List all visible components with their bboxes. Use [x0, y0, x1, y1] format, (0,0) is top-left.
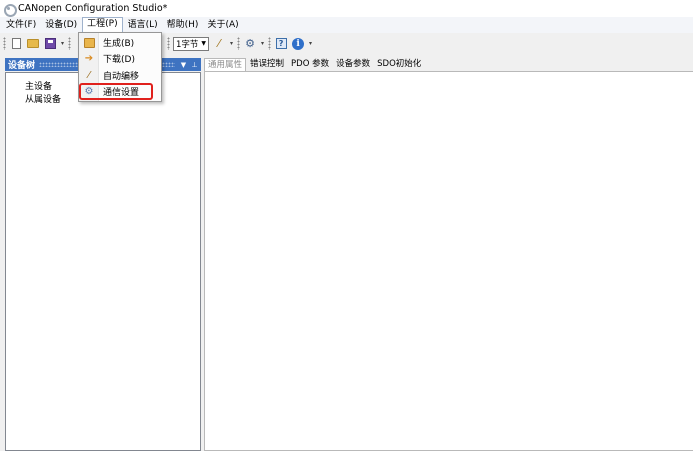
- magic-wand-icon: ⁄: [218, 36, 220, 50]
- window-title: CANopen Configuration Studio*: [18, 3, 168, 14]
- menu-item-label: 下载(D): [103, 55, 135, 65]
- tree-item-slave[interactable]: 从属设备: [25, 92, 61, 105]
- save-icon: [44, 38, 56, 49]
- toolbar-grip[interactable]: [237, 37, 241, 50]
- device-tree-panel: 设备树 ▼ ⊥ 主设备 从属设备: [5, 58, 201, 451]
- menu-item-download[interactable]: ➔ 下载(D): [79, 51, 163, 66]
- new-file-icon: [11, 38, 21, 49]
- device-tree: 主设备 从属设备: [5, 72, 201, 451]
- menu-file[interactable]: 文件(F): [2, 18, 40, 33]
- app-window: CANopen Configuration Studio* 文件(F) 设备(D…: [0, 0, 693, 451]
- tab-pdo-params[interactable]: PDO 参数: [288, 58, 332, 71]
- info-button[interactable]: i: [291, 37, 305, 51]
- help-icon: ?: [275, 38, 287, 49]
- toolbar-overflow-icon[interactable]: ▾: [308, 40, 313, 47]
- toolbar-grip[interactable]: [68, 37, 71, 50]
- toolbar-overflow-icon[interactable]: ▾: [229, 40, 234, 47]
- open-folder-icon: [27, 39, 39, 48]
- gear-icon: ⚙: [245, 36, 255, 50]
- toolbar-grip[interactable]: [3, 37, 6, 50]
- properties-content: [204, 71, 693, 451]
- tab-device-params[interactable]: 设备参数: [333, 58, 373, 71]
- unit-select[interactable]: 1字节 ▼: [173, 36, 210, 51]
- menu-project[interactable]: 工程(P): [82, 17, 123, 33]
- menu-language[interactable]: 语言(L): [124, 18, 162, 33]
- properties-tabs: 通用属性 错误控制 PDO 参数 设备参数 SDO初始化: [204, 58, 425, 71]
- menu-help[interactable]: 帮助(H): [163, 18, 203, 33]
- unit-select-value: 1字节: [176, 39, 199, 50]
- panel-menu-icon[interactable]: ▼: [179, 61, 188, 69]
- menu-item-build[interactable]: 生成(B): [79, 35, 163, 50]
- title-bar: CANopen Configuration Studio*: [0, 0, 693, 17]
- tab-general[interactable]: 通用属性: [204, 58, 247, 71]
- toolbar-overflow-icon[interactable]: ▾: [260, 40, 265, 47]
- auto-map-button[interactable]: ⁄: [212, 37, 226, 51]
- menu-bar: 文件(F) 设备(D) 工程(P) 语言(L) 帮助(H) 关于(A): [0, 17, 693, 33]
- toolbar-grip[interactable]: [167, 37, 170, 50]
- magic-wand-icon: ⁄: [88, 70, 90, 81]
- chevron-down-icon: ▼: [201, 40, 207, 47]
- menu-item-label: 生成(B): [103, 39, 135, 49]
- menu-item-auto-map[interactable]: ⁄ 自动编移: [79, 68, 163, 83]
- save-button[interactable]: [43, 37, 57, 51]
- menu-device[interactable]: 设备(D): [41, 18, 81, 33]
- help-button[interactable]: ?: [274, 37, 288, 51]
- download-icon: ➔: [84, 53, 94, 64]
- settings-button[interactable]: ⚙: [243, 37, 257, 51]
- properties-panel: 通用属性 错误控制 PDO 参数 设备参数 SDO初始化: [204, 58, 693, 451]
- menu-about[interactable]: 关于(A): [203, 18, 242, 33]
- toolbar-grip[interactable]: [268, 37, 272, 50]
- build-icon: [83, 37, 95, 49]
- toolbar-overflow-icon[interactable]: ▾: [60, 40, 65, 47]
- highlight-box: [79, 83, 153, 100]
- info-icon: i: [292, 37, 305, 50]
- new-file-button[interactable]: [9, 37, 23, 51]
- menu-item-label: 自动编移: [103, 72, 140, 82]
- tab-sdo-init[interactable]: SDO初始化: [374, 58, 424, 71]
- device-tree-title: 设备树: [8, 61, 36, 71]
- tab-error-control[interactable]: 错误控制: [247, 58, 287, 71]
- tree-item-master[interactable]: 主设备: [25, 79, 52, 92]
- open-file-button[interactable]: [26, 37, 40, 51]
- app-icon: [3, 3, 17, 17]
- pin-icon[interactable]: ⊥: [190, 61, 199, 69]
